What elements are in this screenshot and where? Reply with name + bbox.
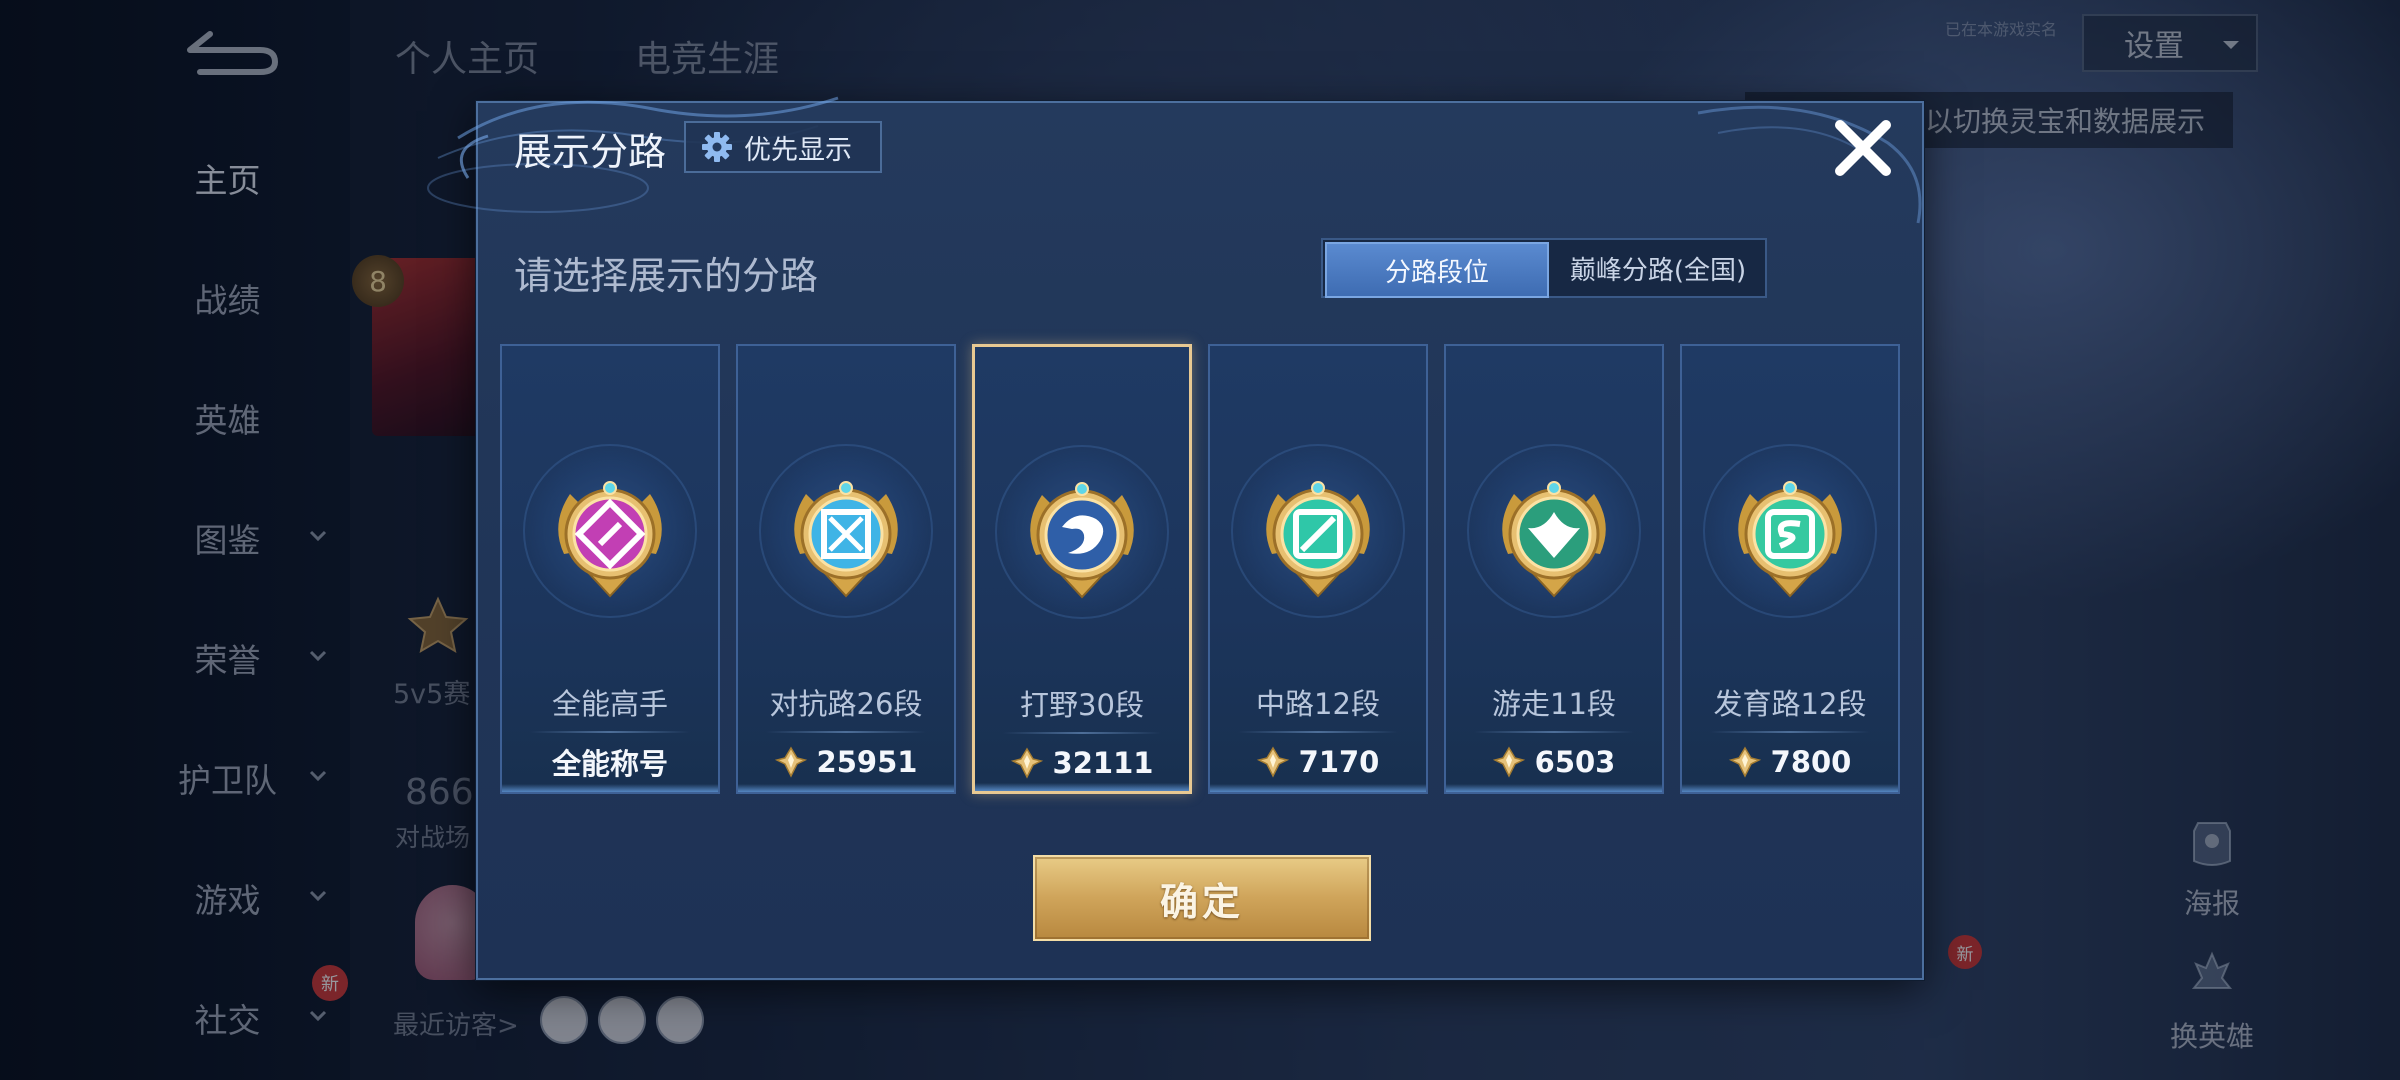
priority-label: 优先显示 <box>744 134 852 166</box>
lane-name: 发育路12段 <box>1713 687 1867 721</box>
corner-swirl-ornament <box>1697 105 1922 224</box>
lane-name: 中路12段 <box>1256 687 1380 721</box>
lane-score-value: 25951 <box>816 745 918 779</box>
divider <box>1003 732 1161 734</box>
tab-peak-lane-national[interactable]: 巅峰分路(全国) <box>1551 240 1765 296</box>
peak-score-icon <box>1256 746 1289 778</box>
lane-score-value: 7800 <box>1770 745 1852 779</box>
lane-score: 6503 <box>1446 741 1662 783</box>
card-bottom-glow <box>1682 784 1898 792</box>
gear-icon <box>702 132 732 162</box>
lane-card[interactable]: 中路12段 7170 <box>1208 344 1428 794</box>
lane-score: 7170 <box>1210 741 1426 783</box>
peak-score-icon <box>774 746 807 778</box>
card-bottom-glow <box>975 783 1189 791</box>
select-lane-prompt: 请选择展示的分路 <box>514 254 819 298</box>
lane-score: 7800 <box>1682 741 1898 783</box>
farm-lane-emblem-icon <box>1738 481 1842 598</box>
lane-display-dialog: 展示分路 优先显示 请选择展示的分路 分路段位 巅峰分路(全国) 全能高手全能称… <box>427 96 1924 980</box>
close-icon[interactable] <box>1830 115 1896 181</box>
roam-emblem-icon <box>1502 481 1606 598</box>
peak-score-icon <box>1492 746 1525 778</box>
lane-name: 打野30段 <box>1020 688 1144 722</box>
lane-card[interactable]: 全能高手 全能称号 <box>500 344 720 794</box>
card-bottom-glow <box>1210 784 1426 792</box>
lane-score: 32111 <box>975 742 1189 784</box>
lane-card[interactable]: 发育路12段 7800 <box>1680 344 1900 794</box>
peak-score-icon <box>1728 746 1761 778</box>
all-round-emblem-icon <box>558 481 662 598</box>
clash-lane-emblem-icon <box>794 481 898 598</box>
card-bottom-glow <box>1446 784 1662 792</box>
divider <box>1238 731 1398 733</box>
confirm-button[interactable]: 确定 <box>1033 855 1371 941</box>
ranking-mode-toggle: 分路段位 巅峰分路(全国) <box>1321 238 1767 298</box>
lane-score: 25951 <box>738 741 954 783</box>
lane-score-value: 7170 <box>1298 745 1380 779</box>
card-bottom-glow <box>502 784 718 792</box>
priority-display-button[interactable]: 优先显示 <box>684 121 882 173</box>
lane-name: 全能高手 <box>551 687 668 721</box>
divider <box>766 731 926 733</box>
lane-card[interactable]: 对抗路26段 25951 <box>736 344 956 794</box>
lane-name: 对抗路26段 <box>769 687 923 721</box>
lane-score: 全能称号 <box>502 741 718 783</box>
peak-score-icon <box>1010 747 1043 779</box>
card-bottom-glow <box>738 784 954 792</box>
lane-score-value: 32111 <box>1052 746 1154 780</box>
lane-score-value: 6503 <box>1534 745 1616 779</box>
lane-name: 游走11段 <box>1492 687 1616 721</box>
jungle-emblem-icon <box>1030 482 1134 599</box>
divider <box>1474 731 1634 733</box>
lane-score-value: 全能称号 <box>551 747 668 781</box>
divider <box>1710 731 1870 733</box>
divider <box>530 731 690 733</box>
lane-card[interactable]: 打野30段 32111 <box>972 344 1192 794</box>
mid-lane-emblem-icon <box>1266 481 1370 598</box>
tab-lane-rank[interactable]: 分路段位 <box>1325 242 1549 298</box>
dialog-title: 展示分路 <box>514 130 667 174</box>
lane-card[interactable]: 游走11段 6503 <box>1444 344 1664 794</box>
